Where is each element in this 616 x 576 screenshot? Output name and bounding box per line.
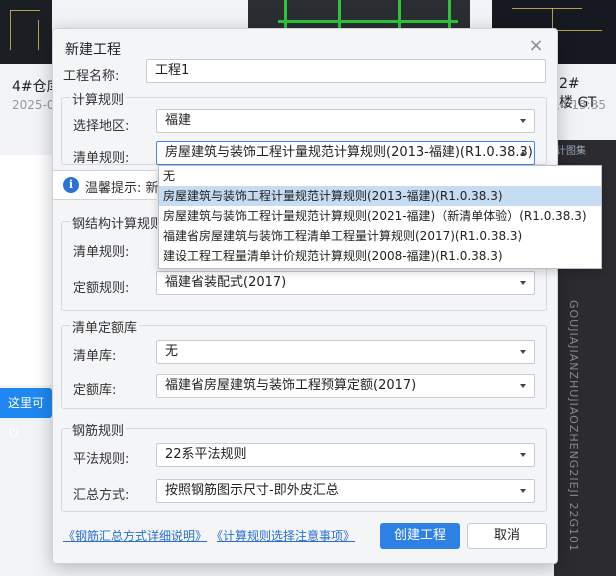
new-project-dialog: 新建工程 × 工程名称: 工程1 计算规则 选择地区: 福建 清单规则: 房屋建… xyxy=(52,28,558,564)
steel-quota-rule-value: 福建省装配式(2017) xyxy=(165,275,287,290)
region-value: 福建 xyxy=(165,113,192,128)
project-name-label: 工程名称: xyxy=(63,69,120,84)
create-project-button[interactable]: 创建工程 xyxy=(380,523,460,549)
chevron-down-icon xyxy=(520,281,526,285)
help-links: 《钢筋汇总方式详细说明》 《计算规则选择注意事项》 xyxy=(63,527,365,544)
rebar-summary-help-link[interactable]: 《钢筋汇总方式详细说明》 xyxy=(63,529,207,543)
group-title: 清单定额库 xyxy=(70,317,140,336)
list-lib-label: 清单库: xyxy=(73,349,117,364)
dialog-title: 新建工程 xyxy=(65,42,121,58)
drawing-thumbnail[interactable] xyxy=(0,0,52,64)
quota-lib-value: 福建省房屋建筑与装饰工程预算定额(2017) xyxy=(165,378,417,393)
list-rule-label: 清单规则: xyxy=(73,151,130,166)
quota-lib-select[interactable]: 福建省房屋建筑与装饰工程预算定额(2017) xyxy=(156,374,535,398)
region-label: 选择地区: xyxy=(73,119,130,134)
project-name-input[interactable]: 工程1 xyxy=(146,59,546,83)
left-panel xyxy=(0,155,52,385)
chevron-down-icon xyxy=(520,119,526,123)
group-title: 计算规则 xyxy=(70,89,127,108)
list-rule-value: 房屋建筑与装饰工程计量规范计算规则(2013-福建)(R1.0.38.3) xyxy=(165,145,533,160)
region-select[interactable]: 福建 xyxy=(156,109,535,133)
close-icon[interactable]: × xyxy=(527,37,545,55)
chevron-up-icon xyxy=(520,151,526,155)
dropdown-option[interactable]: 无 xyxy=(159,166,601,186)
calc-rule-help-link[interactable]: 《计算规则选择注意事项》 xyxy=(217,529,355,543)
card-date: 2025-0 xyxy=(12,98,55,112)
dropdown-option[interactable]: 房屋建筑与装饰工程计量规范计算规则(2021-福建)（新清单体验）(R1.0.3… xyxy=(159,206,601,226)
dropdown-option[interactable]: 建设工程工程量清单计价规范计算规则(2008-福建)(R1.0.38.3) xyxy=(159,246,601,266)
chevron-down-icon xyxy=(520,384,526,388)
list-lib-select[interactable]: 无 xyxy=(156,340,535,364)
cancel-button[interactable]: 取消 xyxy=(467,523,547,549)
dropdown-option-selected[interactable]: 房屋建筑与装饰工程计量规范计算规则(2013-福建)(R1.0.38.3) xyxy=(159,186,601,206)
side-action-button[interactable]: 这里可以 xyxy=(0,388,52,440)
atlas-tag: 计图集 xyxy=(556,146,586,157)
group-title: 钢结构计算规则 xyxy=(70,213,166,232)
list-rule-dropdown: 无 房屋建筑与装饰工程计量规范计算规则(2013-福建)(R1.0.38.3) … xyxy=(158,165,602,269)
summary-select[interactable]: 按照钢筋图示尺寸-即外皮汇总 xyxy=(156,479,535,503)
flat-rule-value: 22系平法规则 xyxy=(165,447,247,462)
tip-bar: i 温馨提示: 新 xyxy=(52,170,159,200)
quota-lib-label: 定额库: xyxy=(73,383,117,398)
group-title: 钢筋规则 xyxy=(70,420,127,439)
chevron-down-icon xyxy=(520,489,526,493)
tip-text: 温馨提示: 新 xyxy=(85,181,159,196)
dropdown-option[interactable]: 福建省房屋建筑与装饰工程清单工程量计算规则(2017)(R1.0.38.3) xyxy=(159,226,601,246)
chevron-down-icon xyxy=(520,453,526,457)
flat-rule-select[interactable]: 22系平法规则 xyxy=(156,443,535,467)
list-lib-value: 无 xyxy=(165,344,179,359)
steel-list-rule-label: 清单规则: xyxy=(73,245,130,260)
steel-quota-rule-label: 定额规则: xyxy=(73,281,130,296)
summary-label: 汇总方式: xyxy=(73,488,130,503)
chevron-down-icon xyxy=(520,350,526,354)
summary-value: 按照钢筋图示尺寸-即外皮汇总 xyxy=(165,483,339,498)
list-rule-select[interactable]: 房屋建筑与装饰工程计量规范计算规则(2013-福建)(R1.0.38.3) xyxy=(156,141,535,165)
info-icon: i xyxy=(63,177,79,193)
flat-rule-label: 平法规则: xyxy=(73,452,130,467)
steel-quota-rule-select[interactable]: 福建省装配式(2017) xyxy=(156,271,535,295)
atlas-vertical-text: GOUJIAJIANZHUJIAOZHENG2IEJI 22G101 xyxy=(567,300,580,553)
